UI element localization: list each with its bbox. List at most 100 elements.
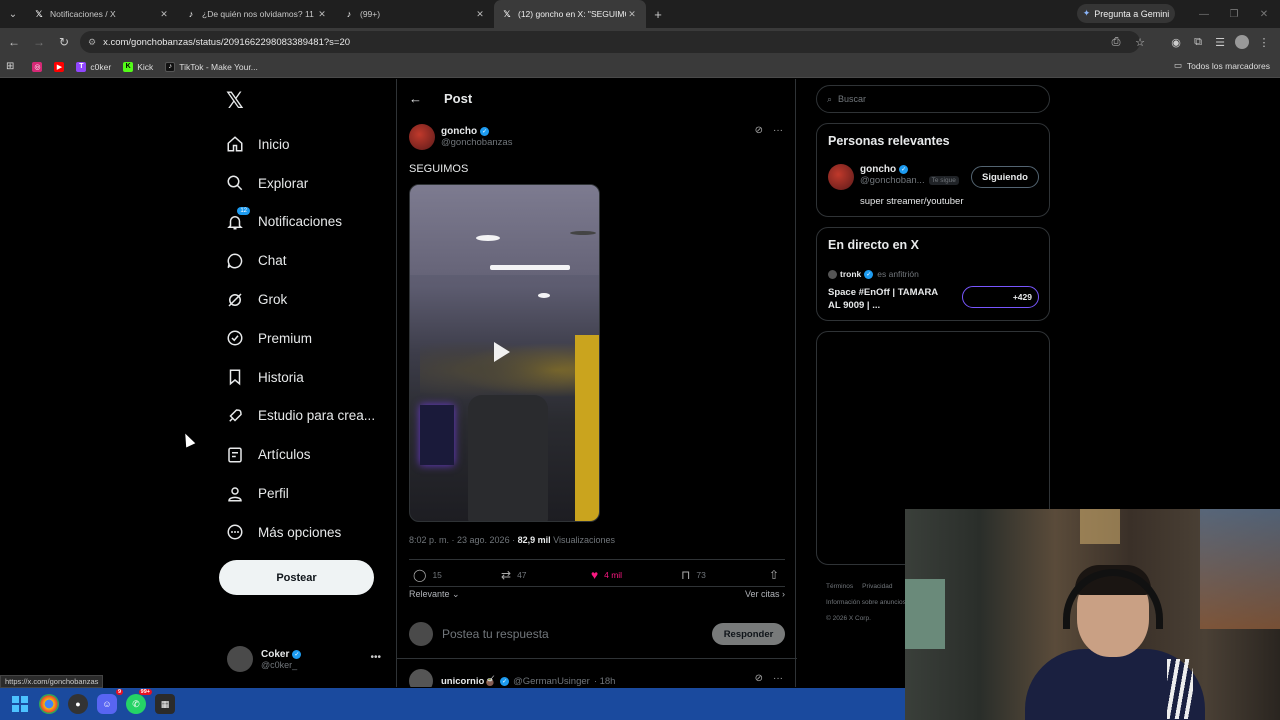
more-icon[interactable]: •••	[370, 652, 381, 663]
home-icon	[226, 135, 244, 153]
puzzle-icon[interactable]: ⧉	[1188, 32, 1208, 52]
more-icon[interactable]: ···	[773, 125, 783, 136]
bookmark-icon: ⊓	[681, 568, 691, 582]
follows-you-badge: Te sigue	[928, 176, 959, 185]
all-bookmarks[interactable]: ▭ Todos los marcadores	[1174, 60, 1270, 71]
star-icon[interactable]: ☆	[1130, 32, 1150, 52]
browser-tab-1[interactable]: 𝕏 Notificaciones / X ✕	[26, 0, 178, 28]
browser-tab-2[interactable]: ♪ ¿De quién nos olvidamos? 11 ... ✕	[178, 0, 336, 28]
bookmark-action[interactable]: ⊓ 73	[681, 568, 706, 582]
obs-icon[interactable]: ●	[68, 694, 88, 714]
browser-menu-icon[interactable]: ⋮	[1254, 32, 1274, 52]
search-input[interactable]: ⌕ Buscar	[816, 85, 1050, 113]
play-icon[interactable]	[494, 342, 510, 362]
footer-link[interactable]: Términos	[826, 583, 853, 590]
close-icon[interactable]: ✕	[474, 9, 486, 20]
reload-icon[interactable]: ↻	[53, 35, 75, 49]
extension-icon[interactable]: ◉	[1166, 32, 1186, 52]
account-switcher[interactable]: Coker ✓ @c0ker_ •••	[227, 644, 387, 674]
close-icon[interactable]: ✕	[316, 9, 328, 20]
post-text: SEGUIMOS	[409, 163, 469, 175]
reply-item[interactable]: unicornio🧉 ✓ @GermanUsinger · 18h	[409, 669, 615, 687]
user-bio: super streamer/youtuber	[860, 196, 964, 207]
space-host[interactable]: tronk ✓ es anfitrión	[828, 269, 919, 279]
window-close-icon[interactable]: ✕	[1248, 0, 1280, 28]
sidebar-item-notificaciones[interactable]: 12 Notificaciones	[226, 203, 375, 242]
following-button[interactable]: Siguiendo	[971, 166, 1039, 188]
sidebar-item-estudio[interactable]: Estudio para crea...	[226, 397, 375, 436]
reply-author-name: unicornio🧉	[441, 675, 497, 687]
reply-input[interactable]: Postea tu respuesta	[442, 627, 549, 641]
post-timestamp[interactable]: 8:02 p. m. · 23 ago. 2026 ·	[409, 535, 518, 545]
relevant-user[interactable]: goncho ✓ @gonchoban... Te sigue	[828, 164, 959, 190]
sidebar-item-articulos[interactable]: Artículos	[226, 435, 375, 474]
avatar[interactable]	[409, 124, 435, 150]
share-icon: ⇧	[769, 568, 780, 582]
profile-icon[interactable]	[1232, 32, 1252, 52]
close-icon[interactable]: ✕	[626, 9, 638, 20]
view-quotes-link[interactable]: Ver citas ›	[745, 589, 785, 600]
space-listeners-button[interactable]: +429	[962, 286, 1039, 308]
back-icon[interactable]: ←	[3, 35, 25, 49]
sidebar-item-inicio[interactable]: Inicio	[226, 125, 375, 164]
space-title[interactable]: Space #EnOff | TAMARA AL 9009 | ...	[828, 286, 952, 312]
windows-start-icon[interactable]	[10, 694, 30, 714]
more-circle-icon	[226, 523, 244, 541]
chrome-icon[interactable]	[39, 694, 59, 714]
footer-link[interactable]: Privacidad	[862, 583, 892, 590]
post-video[interactable]	[409, 184, 600, 522]
footer-link[interactable]: Información sobre anuncios	[826, 599, 906, 606]
sidebar-nav: Inicio Explorar 12 Notificaciones Chat G…	[226, 125, 375, 552]
grok-icon[interactable]: ⊘	[755, 125, 763, 136]
sidebar-item-historia[interactable]: Historia	[226, 358, 375, 397]
x-logo-icon[interactable]: 𝕏	[226, 89, 244, 114]
avatar[interactable]	[409, 669, 433, 687]
reply-action[interactable]: ◯ 15	[413, 568, 442, 582]
install-app-icon[interactable]: ⎙	[1106, 32, 1126, 52]
live-on-x-card: En directo en X tronk ✓ es anfitrión Spa…	[816, 227, 1050, 321]
verified-icon: ✓	[500, 676, 510, 686]
discord-icon[interactable]: ☺ 9	[97, 689, 123, 714]
sidebar-item-perfil[interactable]: Perfil	[226, 474, 375, 513]
avatar[interactable]	[828, 164, 854, 190]
verified-icon: ✓	[899, 165, 909, 174]
minimize-icon[interactable]: —	[1188, 0, 1220, 28]
whatsapp-icon[interactable]: ✆ 99+	[126, 689, 152, 714]
restore-icon[interactable]: ❐	[1218, 0, 1250, 28]
sidebar-item-chat[interactable]: Chat	[226, 241, 375, 280]
new-tab-icon[interactable]: +	[646, 7, 670, 22]
calculator-icon[interactable]: ▦	[155, 694, 175, 714]
forward-icon[interactable]: →	[28, 35, 50, 49]
browser-tab-4-active[interactable]: 𝕏 (12) goncho en X: "SEGUIMOS ... ✕	[494, 0, 646, 28]
sidebar-item-explorar[interactable]: Explorar	[226, 164, 375, 203]
like-action[interactable]: ♥ 4 mil	[591, 568, 622, 582]
grok-icon[interactable]: ⊘	[755, 673, 763, 684]
close-icon[interactable]: ✕	[158, 9, 170, 20]
repost-action[interactable]: ⇄ 47	[501, 568, 527, 582]
bookmark-tiktok[interactable]: ♪ TikTok - Make Your...	[165, 61, 258, 72]
post-button[interactable]: Postear	[219, 560, 374, 595]
share-action[interactable]: ⇧	[769, 568, 785, 582]
browser-tab-3[interactable]: ♪ (99+) ✕	[336, 0, 494, 28]
bookmark-youtube[interactable]: ▶	[54, 61, 68, 72]
sidebar-item-mas-opciones[interactable]: Más opciones	[226, 513, 375, 552]
tiktok-icon: ♪	[188, 9, 194, 19]
tab-search-icon[interactable]: ⌄	[0, 0, 26, 28]
sidebar-item-grok[interactable]: Grok	[226, 280, 375, 319]
instagram-icon: ◎	[32, 61, 43, 72]
site-info-icon[interactable]: ⚙	[88, 37, 96, 48]
rocket-icon	[226, 407, 244, 425]
bookmark-c0ker[interactable]: Tc0ker	[76, 61, 111, 72]
tab-search-icon[interactable]: ☰	[1210, 32, 1230, 52]
sidebar-item-premium[interactable]: Premium	[226, 319, 375, 358]
post-author[interactable]: goncho ✓ @gonchobanzas	[409, 124, 512, 150]
address-bar[interactable]: ⚙ x.com/gonchobanzas/status/209166229808…	[80, 31, 1140, 53]
apps-icon[interactable]: ⊞	[6, 61, 14, 72]
sort-dropdown[interactable]: Relevante ⌄	[409, 589, 460, 600]
bookmark-kick[interactable]: K Kick	[123, 61, 153, 72]
bookmark-instagram[interactable]: ◎	[32, 61, 46, 72]
reply-button[interactable]: Responder	[712, 623, 785, 645]
back-arrow-icon[interactable]: ←	[409, 91, 422, 106]
more-icon[interactable]: ···	[773, 673, 783, 684]
gemini-button[interactable]: ✦ Pregunta a Gemini	[1077, 4, 1175, 23]
